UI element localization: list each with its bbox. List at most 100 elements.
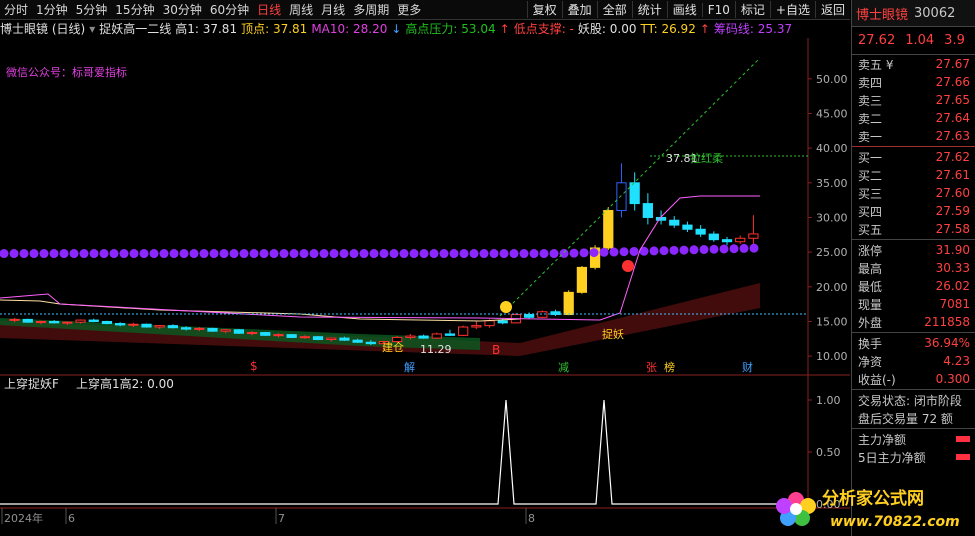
asks-label: 卖一 — [858, 129, 883, 144]
toolbar-button-4[interactable]: 画线 — [666, 1, 702, 18]
stats2-row: 收益(-) 0.300 — [852, 370, 975, 388]
chip-line-dot — [569, 248, 579, 258]
toolbar-button-7[interactable]: +自选 — [769, 1, 815, 18]
wechat-watermark: 微信公众号：标哥爱指标 — [6, 65, 127, 79]
bids-label: 买四 — [858, 204, 883, 219]
flow-bar-icon — [956, 436, 970, 442]
chip-line-dot — [629, 246, 639, 256]
toolbar-button-8[interactable]: 返回 — [814, 1, 850, 18]
chip-line-dot — [409, 249, 419, 259]
stats-value: 30.33 — [935, 261, 970, 275]
candle-body — [326, 337, 337, 340]
chip-line-dot — [429, 249, 439, 259]
chip-line-dot — [9, 249, 19, 259]
toolbar-button-2[interactable]: 全部 — [596, 1, 632, 18]
chip-line-dot — [739, 243, 749, 253]
stats2-value: 0.300 — [935, 372, 970, 386]
toolbar-button-3[interactable]: 统计 — [631, 1, 667, 18]
asks-value: 27.67 — [935, 57, 970, 71]
candle-body — [669, 219, 680, 226]
period-tab-2[interactable]: 5分钟 — [72, 1, 112, 18]
x-axis-label: 8 — [528, 512, 535, 525]
period-tab-1[interactable]: 1分钟 — [32, 1, 72, 18]
stats-label: 最低 — [858, 279, 883, 294]
kline-chart[interactable]: 50.00 45.00 40.00 35.00 30.00 25.00 20.00 15.00… — [0, 38, 850, 536]
toolbar-button-1[interactable]: 叠加 — [561, 1, 597, 18]
indicator-value-9: ↑ — [699, 22, 710, 36]
stats2-value: 36.94% — [924, 336, 970, 350]
chip-line-dot — [659, 246, 669, 256]
buy-marker-icon — [500, 301, 512, 313]
candle-body — [708, 233, 719, 241]
chip-line-dot — [469, 249, 479, 259]
candle-body — [365, 341, 376, 345]
chip-line-dot — [229, 249, 239, 259]
chip-line-dot — [709, 244, 719, 254]
chip-line-dot — [269, 249, 279, 259]
quote-stats-2: 换手 36.94% 净资 4.23 收益(-) 0.300 — [852, 334, 975, 388]
stats-label: 涨停 — [858, 243, 883, 258]
asks-label: 卖五 ¥ — [858, 57, 894, 72]
bids-row: 买三 27.60 — [852, 184, 975, 202]
chip-line-dot — [249, 249, 259, 259]
flow-label: 5日主力净额 — [858, 450, 926, 465]
candle-body — [180, 327, 192, 330]
candle-body — [312, 336, 324, 340]
stats-label: 外盘 — [858, 315, 883, 330]
period-tab-6[interactable]: 日线 — [253, 1, 285, 18]
toolbar-button-5[interactable]: F10 — [701, 2, 735, 17]
period-tab-0[interactable]: 分时 — [0, 1, 32, 18]
period-tab-9[interactable]: 多周期 — [349, 1, 393, 18]
x-axis-label: 6 — [68, 512, 75, 525]
asks-row: 卖三 27.65 — [852, 91, 975, 109]
indicator-value-7: 妖股: 0.00 — [577, 22, 637, 36]
indicator-value-8: TT: 26.92 — [640, 22, 696, 36]
chip-line-dot — [69, 249, 79, 259]
bids-value: 27.62 — [935, 150, 970, 164]
chip-line-dot — [439, 249, 449, 259]
period-tab-7[interactable]: 周线 — [285, 1, 317, 18]
asks-label: 卖四 — [858, 75, 883, 90]
period-tab-3[interactable]: 15分钟 — [111, 1, 158, 18]
stats-label: 现量 — [858, 297, 883, 312]
y-tick-label: 30.00 — [816, 211, 848, 224]
y-tick-label: 35.00 — [816, 177, 848, 190]
period-tab-10[interactable]: 更多 — [393, 1, 425, 18]
candle-body — [194, 327, 205, 330]
candle-body — [405, 335, 416, 338]
chip-line-dot — [99, 249, 109, 259]
period-tab-5[interactable]: 60分钟 — [206, 1, 253, 18]
candle-body — [167, 325, 179, 329]
stats2-row: 净资 4.23 — [852, 352, 975, 370]
asks-value: 27.66 — [935, 75, 970, 89]
chevron-down-icon[interactable]: ▾ — [89, 22, 95, 36]
chip-line-dot — [309, 249, 319, 259]
chip-line-dot — [579, 248, 589, 258]
y-tick-label: 40.00 — [816, 142, 848, 155]
chip-line-dot — [729, 244, 739, 254]
chip-line-dot — [419, 249, 429, 259]
toolbar-button-0[interactable]: 复权 — [526, 1, 562, 18]
chip-line-dot — [239, 249, 249, 259]
s-mark: $ — [250, 359, 258, 373]
period-tab-8[interactable]: 月线 — [317, 1, 349, 18]
candle-body — [49, 320, 60, 324]
candle-body — [101, 320, 113, 325]
chip-line-dot — [119, 249, 129, 259]
x-axis-label: 7 — [278, 512, 285, 525]
chip-line-dot — [379, 249, 389, 259]
quote-title: 博士眼镜 30062 — [852, 0, 975, 27]
bids-row: 买五 27.58 — [852, 220, 975, 238]
chip-line-dot — [539, 249, 549, 259]
toolbar-button-6[interactable]: 标记 — [734, 1, 770, 18]
quote-stats: 涨停 31.90 最高 30.33 最低 26.02 现量 7081 外盘 211858 — [852, 241, 975, 331]
candle-body — [154, 325, 165, 328]
candle-body — [484, 320, 495, 327]
chip-line-dot — [719, 244, 729, 254]
formula-name[interactable]: 捉妖高一二线 — [99, 20, 171, 37]
candle-body — [695, 228, 706, 235]
period-tab-4[interactable]: 30分钟 — [159, 1, 206, 18]
event-label: 解 — [404, 360, 415, 374]
asks-value: 27.63 — [935, 129, 970, 143]
indicator-value-0: 高1: 37.81 — [175, 22, 238, 36]
